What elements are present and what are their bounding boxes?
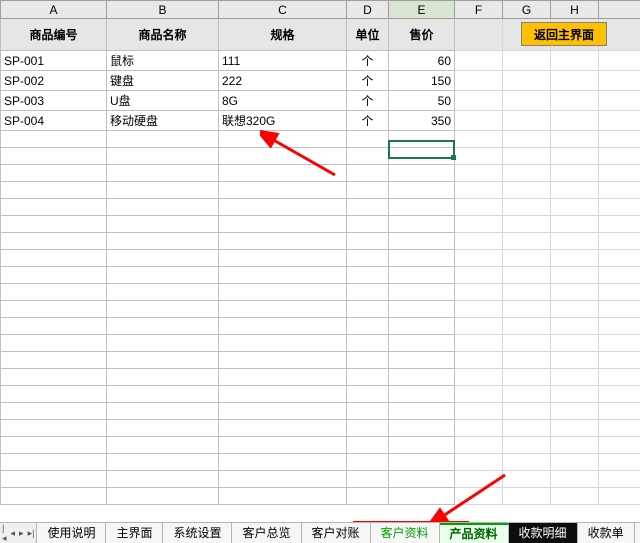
table-row: SP-002 键盘 222 个 150	[1, 71, 640, 91]
cell-unit[interactable]: 个	[347, 111, 389, 131]
tab-nav-buttons[interactable]: |◂ ◂ ▸ ▸|	[0, 523, 37, 543]
table-row	[1, 165, 640, 182]
tab-payment-receipt[interactable]: 收款单	[578, 523, 635, 543]
col-letter[interactable]: B	[107, 1, 219, 19]
cell-product-name[interactable]: 鼠标	[107, 51, 219, 71]
table-row	[1, 403, 640, 420]
table-row	[1, 233, 640, 250]
cell-product-name[interactable]: 键盘	[107, 71, 219, 91]
cell-spec[interactable]: 111	[219, 51, 347, 71]
table-row	[1, 267, 640, 284]
table-row	[1, 437, 640, 454]
table-row: SP-003 U盘 8G 个 50	[1, 91, 640, 111]
col-letter[interactable]: C	[219, 1, 347, 19]
cell-product-name[interactable]: 移动硬盘	[107, 111, 219, 131]
table-row	[1, 301, 640, 318]
sheet-tab-bar: |◂ ◂ ▸ ▸| 使用说明 主界面 系统设置 客户总览 客户对账 客户资料 产…	[0, 522, 640, 543]
header-price: 售价	[389, 19, 455, 51]
header-product-code: 商品编号	[1, 19, 107, 51]
table-row	[1, 148, 640, 165]
tab-usage[interactable]: 使用说明	[37, 523, 106, 543]
col-letter[interactable]: E	[389, 1, 455, 19]
tab-nav-first-icon[interactable]: |◂	[0, 523, 9, 543]
table-row	[1, 420, 640, 437]
table-row	[1, 131, 640, 148]
cell-price[interactable]: 50	[389, 91, 455, 111]
table-row	[1, 454, 640, 471]
cell-spec[interactable]: 8G	[219, 91, 347, 111]
cell-price[interactable]: 150	[389, 71, 455, 91]
cell-product-id[interactable]: SP-001	[1, 51, 107, 71]
table-row	[1, 335, 640, 352]
return-main-button[interactable]: 返回主界面	[521, 22, 607, 46]
col-letter[interactable]: G	[503, 1, 551, 19]
tab-settings[interactable]: 系统设置	[163, 523, 232, 543]
tab-customer-overview[interactable]: 客户总览	[232, 523, 301, 543]
table-row	[1, 216, 640, 233]
tab-nav-last-icon[interactable]: ▸|	[26, 528, 37, 539]
cell-product-id[interactable]: SP-002	[1, 71, 107, 91]
table-row	[1, 199, 640, 216]
tab-nav-next-icon[interactable]: ▸	[17, 528, 26, 539]
tab-nav-prev-icon[interactable]: ◂	[9, 528, 18, 539]
table-row	[1, 386, 640, 403]
table-row	[1, 284, 640, 301]
header-spec: 规格	[219, 19, 347, 51]
col-letter[interactable]: F	[455, 1, 503, 19]
table-row	[1, 471, 640, 488]
cell-product-name[interactable]: U盘	[107, 91, 219, 111]
table-row	[1, 182, 640, 199]
table-row	[1, 318, 640, 335]
col-letter[interactable]	[599, 1, 640, 19]
table-row	[1, 250, 640, 267]
cell-spec[interactable]: 联想320G	[219, 111, 347, 131]
tab-main[interactable]: 主界面	[106, 523, 163, 543]
column-letters-row: A B C D E F G H	[1, 1, 640, 19]
header-product-name: 商品名称	[107, 19, 219, 51]
tab-customer-info[interactable]: 客户资料	[371, 523, 440, 543]
col-letter[interactable]: D	[347, 1, 389, 19]
table-row	[1, 488, 640, 505]
tab-payment-detail[interactable]: 收款明细	[509, 523, 578, 543]
spreadsheet-grid[interactable]: A B C D E F G H 商品编号 商品名称 规格 单位 售价 SP-00…	[0, 0, 640, 505]
tab-customer-reconcile[interactable]: 客户对账	[302, 523, 371, 543]
cell-product-id[interactable]: SP-003	[1, 91, 107, 111]
header-unit: 单位	[347, 19, 389, 51]
cell-spec[interactable]: 222	[219, 71, 347, 91]
col-letter[interactable]: A	[1, 1, 107, 19]
tab-sales[interactable]: 销售	[635, 523, 640, 543]
cell-unit[interactable]: 个	[347, 91, 389, 111]
tab-product-info[interactable]: 产品资料	[440, 523, 509, 543]
cell-price[interactable]: 350	[389, 111, 455, 131]
cell-unit[interactable]: 个	[347, 51, 389, 71]
table-row	[1, 352, 640, 369]
cell-product-id[interactable]: SP-004	[1, 111, 107, 131]
col-letter[interactable]: H	[551, 1, 599, 19]
cell-empty[interactable]	[455, 19, 503, 51]
table-row	[1, 369, 640, 386]
table-row: SP-004 移动硬盘 联想320G 个 350	[1, 111, 640, 131]
table-row: SP-001 鼠标 111 个 60	[1, 51, 640, 71]
cell-price[interactable]: 60	[389, 51, 455, 71]
cell-unit[interactable]: 个	[347, 71, 389, 91]
